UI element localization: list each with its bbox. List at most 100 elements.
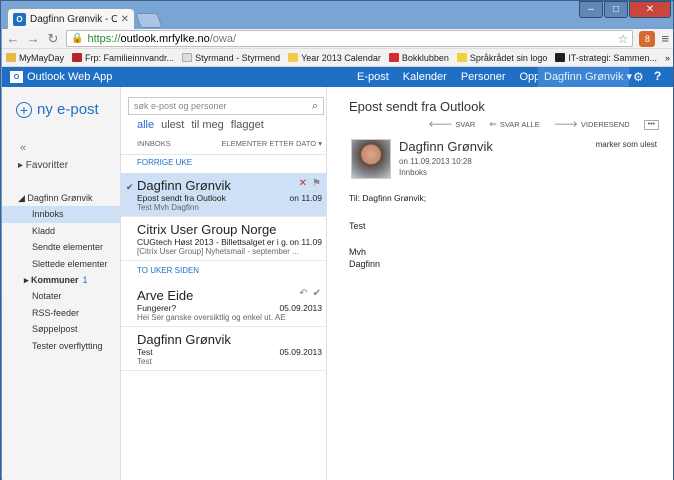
reply-icon[interactable]: ↶ bbox=[299, 288, 307, 299]
message-body: Test Mvh Dagfinn bbox=[349, 220, 380, 284]
gear-icon[interactable]: ⚙ bbox=[633, 70, 644, 84]
tab-strip: O Dagfinn Grønvik - Outlook ✕ – □ ✕ bbox=[1, 1, 674, 30]
search-icon[interactable]: ⌕ bbox=[312, 100, 318, 113]
item-sender: Citrix User Group Norge bbox=[137, 222, 277, 237]
search-placeholder: søk e-post og personer bbox=[134, 101, 227, 111]
url-path: /owa/ bbox=[209, 32, 237, 45]
folder-tree: ◢ Dagfinn Grønvik Innboks Kladd Sendte e… bbox=[2, 190, 120, 354]
item-subject: Epost sendt fra Outlook bbox=[137, 193, 226, 203]
check-icon[interactable]: ✔ bbox=[313, 288, 321, 299]
item-subject-row: CUGtech Høst 2013 - Billettsalget er i g… bbox=[137, 237, 322, 247]
body-line: Test bbox=[349, 221, 366, 231]
folder-test[interactable]: Tester overflytting bbox=[2, 338, 120, 354]
sender-name[interactable]: Dagfinn Grønvik bbox=[399, 139, 493, 154]
item-actions: ✕ ⚑ bbox=[299, 178, 321, 189]
reload-icon[interactable]: ↻ bbox=[46, 31, 60, 47]
more-actions-icon[interactable]: ••• bbox=[643, 119, 659, 130]
message-list-pane: søk e-post og personer ⌕ alle ulest til … bbox=[120, 87, 328, 480]
window-controls: – □ ✕ bbox=[579, 1, 671, 18]
reply-all-button[interactable]: ⇐ SVAR ALLE bbox=[489, 119, 539, 130]
filter-unread[interactable]: ulest bbox=[161, 119, 184, 131]
folder-notes[interactable]: Notater bbox=[2, 288, 120, 304]
delete-icon[interactable]: ✕ bbox=[299, 178, 307, 189]
browser-tab[interactable]: O Dagfinn Grønvik - Outlook ✕ bbox=[7, 8, 135, 30]
suite-bar: O Outlook Web App E-post Kalender Person… bbox=[2, 67, 673, 87]
folder-kommuner[interactable]: ▸ Kommuner 1 bbox=[2, 272, 120, 288]
site-icon bbox=[388, 53, 399, 62]
forward-button[interactable]: 🡒 VIDERESEND bbox=[554, 119, 630, 130]
page-icon bbox=[182, 53, 193, 62]
bookmark-item[interactable]: Språkrådet sin logo bbox=[456, 53, 547, 63]
back-arrow-icon[interactable]: ← bbox=[6, 31, 20, 46]
bookmark-item[interactable]: Frp: Familieinnvandr... bbox=[72, 53, 174, 63]
menu-icon[interactable]: ≡ bbox=[661, 31, 669, 46]
filter-flagged[interactable]: flagget bbox=[231, 119, 264, 131]
item-date: 05.09.2013 bbox=[279, 303, 322, 313]
bookmark-item[interactable]: Year 2013 Calendar bbox=[288, 53, 381, 63]
tab-close-icon[interactable]: ✕ bbox=[121, 14, 129, 25]
bookmark-item[interactable]: IT-strategi: Sammen... bbox=[555, 53, 657, 63]
nav-people[interactable]: Personer bbox=[454, 67, 513, 87]
folder-sent[interactable]: Sendte elementer bbox=[2, 239, 120, 255]
bookmark-item[interactable]: MyMayDay bbox=[6, 53, 64, 63]
folder-inbox[interactable]: Innboks bbox=[2, 206, 120, 223]
close-window-button[interactable]: ✕ bbox=[629, 1, 671, 18]
folder-deleted[interactable]: Slettede elementer bbox=[2, 256, 120, 272]
new-mail-button[interactable]: + ny e-post bbox=[16, 101, 99, 118]
folder-junk[interactable]: Søppelpost bbox=[2, 321, 120, 337]
help-icon[interactable]: ? bbox=[654, 69, 661, 83]
search-input[interactable]: søk e-post og personer ⌕ bbox=[128, 97, 324, 115]
nav-calendar[interactable]: Kalender bbox=[396, 67, 454, 87]
item-preview: Test Mvh Dagfinn bbox=[137, 203, 199, 212]
app-brand[interactable]: O Outlook Web App bbox=[2, 71, 112, 83]
list-item[interactable]: ✔ ✕ ⚑ Dagfinn Grønvik Epost sendt fra Out… bbox=[121, 173, 327, 217]
sender-avatar[interactable] bbox=[351, 139, 391, 179]
extension-icon[interactable]: 8 bbox=[639, 30, 656, 47]
kommuner-count: 1 bbox=[82, 274, 88, 285]
calendar-icon bbox=[288, 53, 299, 62]
reply-label: SVAR bbox=[455, 120, 476, 129]
favorites-node[interactable]: ▸ Favoritter bbox=[18, 160, 68, 171]
collapse-pane-icon[interactable]: « bbox=[20, 142, 26, 154]
minimize-button[interactable]: – bbox=[579, 1, 603, 18]
item-date: on 11.09 bbox=[289, 193, 322, 203]
item-date: 05.09.2013 bbox=[279, 347, 322, 357]
forward-arrow-icon[interactable]: → bbox=[26, 31, 40, 46]
reply-all-arrow-icon: ⇐ bbox=[489, 119, 497, 129]
message-subject: Epost sendt fra Outlook bbox=[349, 99, 485, 114]
sort-dropdown[interactable]: ELEMENTER ETTER DATO ▾ bbox=[221, 139, 322, 148]
outlook-logo-icon: O bbox=[10, 71, 23, 83]
item-preview: Hei Ser ganske oversiktlig og enkel ut. … bbox=[137, 313, 286, 322]
filter-all[interactable]: alle bbox=[137, 119, 154, 131]
folder-icon bbox=[6, 53, 16, 62]
address-bar[interactable]: 🔒 https://outlook.mrfylke.no/owa/ ☆ bbox=[66, 30, 634, 47]
flag-icon[interactable]: ⚑ bbox=[312, 178, 321, 189]
read-check-icon[interactable]: ✔ bbox=[126, 182, 134, 193]
user-menu[interactable]: Dagfinn Grønvik ▾ bbox=[538, 67, 632, 87]
reading-pane: Epost sendt fra Outlook 🡐 SVAR ⇐ SVAR ALLE… bbox=[327, 87, 673, 480]
forward-arrow-icon: 🡒 bbox=[553, 119, 578, 129]
bookmark-item[interactable]: Styrmand - Styrmend bbox=[182, 53, 280, 63]
forward-label: VIDERESEND bbox=[580, 120, 630, 129]
list-item[interactable]: Dagfinn Grønvik Test 05.09.2013 Test bbox=[121, 327, 327, 371]
mark-unread-link[interactable]: marker som ulest bbox=[596, 140, 657, 149]
group-header: TO UKER SIDEN bbox=[137, 266, 200, 275]
item-subject-row: Test 05.09.2013 bbox=[137, 347, 322, 357]
nav-email[interactable]: E-post bbox=[350, 67, 396, 87]
bookmark-star-icon[interactable]: ☆ bbox=[618, 32, 629, 46]
item-sender: Dagfinn Grønvik bbox=[137, 332, 231, 347]
bookmark-item[interactable]: Bokklubben bbox=[388, 53, 449, 63]
list-item[interactable]: Citrix User Group Norge CUGtech Høst 201… bbox=[121, 217, 327, 261]
mailbox-root[interactable]: ◢ Dagfinn Grønvik bbox=[2, 190, 120, 206]
folder-drafts[interactable]: Kladd bbox=[2, 223, 120, 239]
maximize-button[interactable]: □ bbox=[604, 1, 628, 18]
sort-bar: INNBOKS ELEMENTER ETTER DATO ▾ bbox=[137, 139, 322, 148]
reply-button[interactable]: 🡐 SVAR bbox=[428, 119, 475, 130]
folder-rss[interactable]: RSS-feeder bbox=[2, 305, 120, 321]
new-tab-button[interactable] bbox=[135, 13, 163, 28]
sort-folder-label: INNBOKS bbox=[137, 139, 171, 148]
app-name: Outlook Web App bbox=[27, 71, 113, 83]
more-bookmarks-icon[interactable]: » bbox=[665, 53, 670, 63]
filter-to-me[interactable]: til meg bbox=[191, 119, 223, 131]
list-item[interactable]: ↶ ✔ Arve Eide Fungerer? 05.09.2013 Hei Ser… bbox=[121, 283, 327, 327]
